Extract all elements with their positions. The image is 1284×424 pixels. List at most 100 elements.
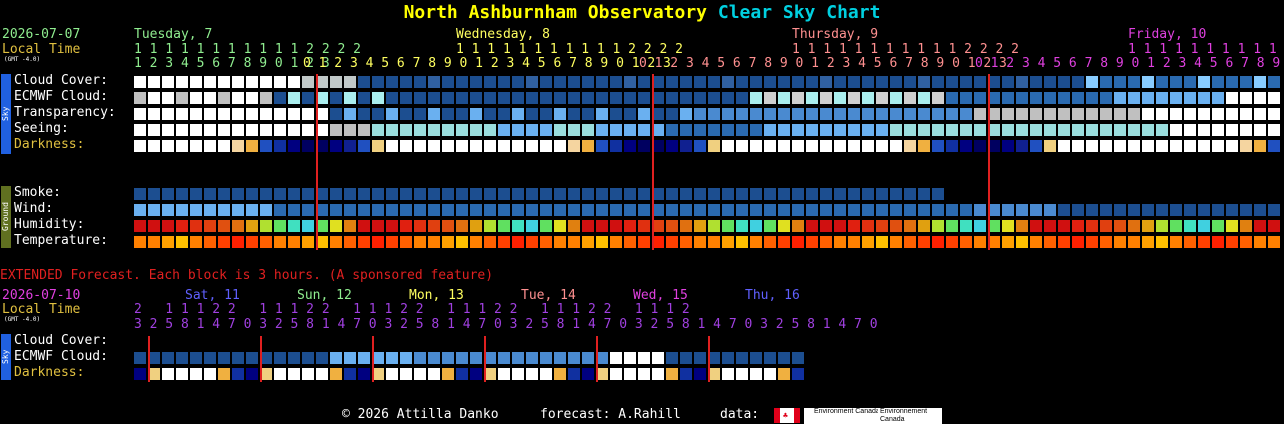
ext-forecast-block[interactable] <box>778 368 790 380</box>
forecast-block[interactable] <box>162 108 174 120</box>
forecast-block[interactable] <box>680 108 692 120</box>
forecast-block[interactable] <box>1114 108 1126 120</box>
forecast-block[interactable] <box>904 188 916 200</box>
forecast-block[interactable] <box>736 220 748 232</box>
forecast-block[interactable] <box>512 92 524 104</box>
forecast-block[interactable] <box>736 76 748 88</box>
forecast-block[interactable] <box>260 140 272 152</box>
forecast-block[interactable] <box>666 76 678 88</box>
forecast-block[interactable] <box>554 92 566 104</box>
forecast-block[interactable] <box>750 76 762 88</box>
forecast-block[interactable] <box>904 108 916 120</box>
forecast-block[interactable] <box>484 108 496 120</box>
forecast-block[interactable] <box>680 76 692 88</box>
forecast-block[interactable] <box>1128 76 1140 88</box>
forecast-block[interactable] <box>1268 108 1280 120</box>
forecast-block[interactable] <box>218 188 230 200</box>
forecast-block[interactable] <box>246 140 258 152</box>
forecast-block[interactable] <box>932 108 944 120</box>
forecast-block[interactable] <box>904 204 916 216</box>
forecast-block[interactable] <box>820 140 832 152</box>
forecast-block[interactable] <box>834 140 846 152</box>
forecast-block[interactable] <box>1156 92 1168 104</box>
forecast-block[interactable] <box>1086 92 1098 104</box>
forecast-block[interactable] <box>372 220 384 232</box>
forecast-block[interactable] <box>372 204 384 216</box>
forecast-block[interactable] <box>764 92 776 104</box>
forecast-block[interactable] <box>302 92 314 104</box>
forecast-block[interactable] <box>1058 204 1070 216</box>
forecast-block[interactable] <box>708 92 720 104</box>
forecast-block[interactable] <box>638 220 650 232</box>
ext-forecast-block[interactable] <box>554 368 566 380</box>
ext-forecast-block[interactable] <box>582 368 594 380</box>
forecast-block[interactable] <box>568 92 580 104</box>
forecast-block[interactable] <box>890 108 902 120</box>
forecast-block[interactable] <box>218 204 230 216</box>
forecast-block[interactable] <box>386 140 398 152</box>
ext-forecast-block[interactable] <box>176 368 188 380</box>
forecast-block[interactable] <box>1100 220 1112 232</box>
forecast-block[interactable] <box>820 124 832 136</box>
forecast-block[interactable] <box>1114 92 1126 104</box>
ext-forecast-block[interactable] <box>792 368 804 380</box>
forecast-block[interactable] <box>778 188 790 200</box>
forecast-block[interactable] <box>512 124 524 136</box>
forecast-block[interactable] <box>1254 220 1266 232</box>
ext-forecast-block[interactable] <box>512 368 524 380</box>
forecast-block[interactable] <box>498 140 510 152</box>
forecast-block[interactable] <box>1184 124 1196 136</box>
forecast-block[interactable] <box>1128 204 1140 216</box>
forecast-block[interactable] <box>946 124 958 136</box>
forecast-block[interactable] <box>176 188 188 200</box>
forecast-block[interactable] <box>358 220 370 232</box>
forecast-block[interactable] <box>638 140 650 152</box>
forecast-block[interactable] <box>582 92 594 104</box>
forecast-block[interactable] <box>148 188 160 200</box>
ext-forecast-block[interactable] <box>218 352 230 364</box>
forecast-block[interactable] <box>890 188 902 200</box>
forecast-block[interactable] <box>1268 204 1280 216</box>
ext-forecast-block[interactable] <box>470 368 482 380</box>
forecast-block[interactable] <box>848 188 860 200</box>
forecast-block[interactable] <box>1072 220 1084 232</box>
ext-forecast-block[interactable] <box>176 352 188 364</box>
forecast-block[interactable] <box>960 236 972 248</box>
forecast-block[interactable] <box>302 188 314 200</box>
forecast-block[interactable] <box>1016 108 1028 120</box>
forecast-block[interactable] <box>1240 236 1252 248</box>
forecast-block[interactable] <box>274 124 286 136</box>
forecast-block[interactable] <box>344 124 356 136</box>
forecast-block[interactable] <box>1114 204 1126 216</box>
forecast-block[interactable] <box>302 220 314 232</box>
forecast-block[interactable] <box>386 76 398 88</box>
forecast-block[interactable] <box>176 124 188 136</box>
forecast-block[interactable] <box>330 124 342 136</box>
forecast-block[interactable] <box>232 220 244 232</box>
forecast-block[interactable] <box>722 220 734 232</box>
forecast-block[interactable] <box>708 220 720 232</box>
forecast-block[interactable] <box>624 124 636 136</box>
forecast-block[interactable] <box>1156 124 1168 136</box>
forecast-block[interactable] <box>540 140 552 152</box>
forecast-block[interactable] <box>358 92 370 104</box>
forecast-block[interactable] <box>512 236 524 248</box>
forecast-block[interactable] <box>190 204 202 216</box>
forecast-block[interactable] <box>694 204 706 216</box>
forecast-block[interactable] <box>1030 108 1042 120</box>
forecast-block[interactable] <box>1030 140 1042 152</box>
forecast-block[interactable] <box>526 204 538 216</box>
forecast-block[interactable] <box>414 220 426 232</box>
forecast-block[interactable] <box>456 236 468 248</box>
forecast-block[interactable] <box>1086 108 1098 120</box>
forecast-block[interactable] <box>1184 76 1196 88</box>
ext-forecast-block[interactable] <box>680 368 692 380</box>
ext-forecast-block[interactable] <box>666 352 678 364</box>
forecast-block[interactable] <box>1086 140 1098 152</box>
forecast-block[interactable] <box>680 220 692 232</box>
forecast-block[interactable] <box>204 108 216 120</box>
forecast-block[interactable] <box>1226 220 1238 232</box>
ext-forecast-block[interactable] <box>792 352 804 364</box>
forecast-block[interactable] <box>1114 124 1126 136</box>
forecast-block[interactable] <box>512 204 524 216</box>
